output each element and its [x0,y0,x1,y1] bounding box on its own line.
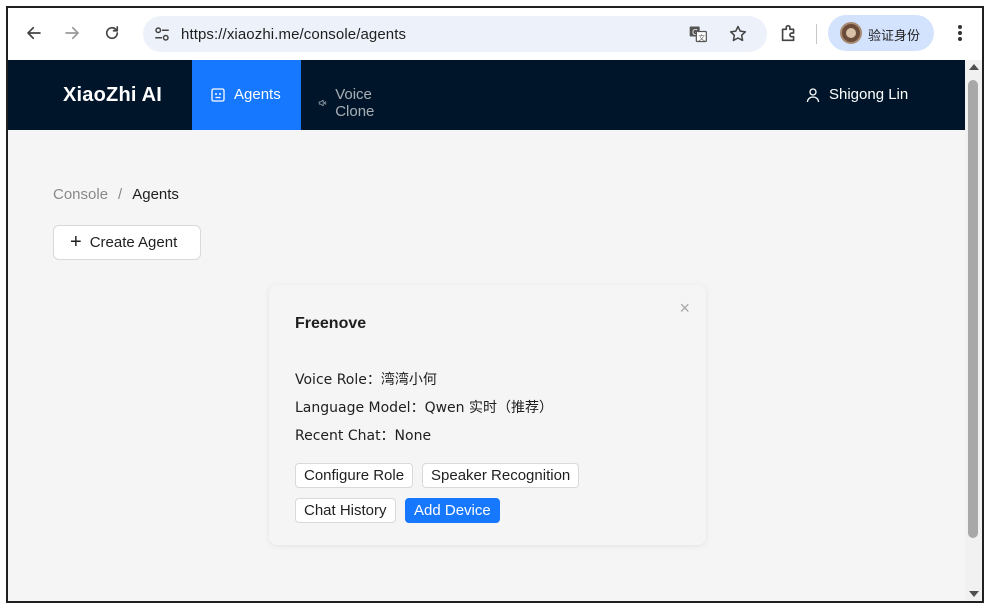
main-content: Console / Agents + Create Agent × Freeno… [8,130,965,601]
user-name: Shigong Lin [829,86,909,103]
vertical-scrollbar[interactable] [965,60,982,601]
scrollbar-thumb[interactable] [968,80,978,538]
scroll-up-arrow-icon[interactable] [969,64,979,70]
robot-icon [211,87,225,102]
kebab-menu-icon[interactable] [950,22,970,44]
translate-icon[interactable]: G文 [688,24,708,44]
scroll-down-arrow-icon[interactable] [969,591,979,597]
add-device-button[interactable]: Add Device [405,498,500,523]
avatar [840,22,862,44]
nav-item-label: Agents [234,86,281,103]
breadcrumb-separator: / [118,186,123,203]
reload-icon [105,26,119,40]
toolbar-divider [816,24,817,44]
close-icon[interactable]: × [679,298,690,319]
app-header: XiaoZhi AI Agents Voice Clone Shigong Li… [8,60,965,130]
plus-icon: + [70,230,82,253]
forward-button[interactable] [60,21,84,45]
address-bar[interactable]: https://xiaozhi.me/console/agents G文 [143,16,767,52]
profile-button[interactable]: 验证身份 [828,15,934,51]
breadcrumb: Console / Agents [53,186,179,203]
agent-card: × Freenove Voice Role：湾湾小何 Language Mode… [269,285,706,545]
back-button[interactable] [22,21,46,45]
chat-history-button[interactable]: Chat History [295,498,396,523]
create-agent-label: Create Agent [89,234,178,251]
browser-toolbar: https://xiaozhi.me/console/agents G文 验证身… [8,8,982,60]
url-text[interactable]: https://xiaozhi.me/console/agents [181,26,406,43]
svg-text:文: 文 [698,33,705,42]
brand-logo[interactable]: XiaoZhi AI [63,84,162,107]
language-model-text: Language Model：Qwen 实时（推荐） [295,400,553,416]
star-icon[interactable] [728,24,748,44]
arrow-left-icon [27,26,41,40]
profile-label: 验证身份 [868,29,921,44]
nav-item-agents[interactable]: Agents [192,60,301,130]
user-menu[interactable]: Shigong Lin [805,86,908,103]
tune-icon[interactable] [153,25,171,43]
voice-role-text: Voice Role：湾湾小何 [295,372,437,388]
arrow-right-icon [65,26,79,40]
breadcrumb-agents: Agents [132,186,179,203]
reload-button[interactable] [100,21,124,45]
user-icon [806,87,820,102]
configure-role-button[interactable]: Configure Role [295,463,414,488]
puzzle-icon[interactable] [778,22,800,44]
browser-window: https://xiaozhi.me/console/agents G文 验证身… [6,6,984,603]
sound-icon [318,99,327,107]
agent-name: Freenove [295,315,367,332]
breadcrumb-console[interactable]: Console [53,186,108,203]
recent-chat-text: Recent Chat：None [295,428,432,444]
create-agent-button[interactable]: + Create Agent [53,225,201,260]
nav-item-label: Voice Clone [335,86,375,120]
speaker-recognition-button[interactable]: Speaker Recognition [422,463,580,488]
